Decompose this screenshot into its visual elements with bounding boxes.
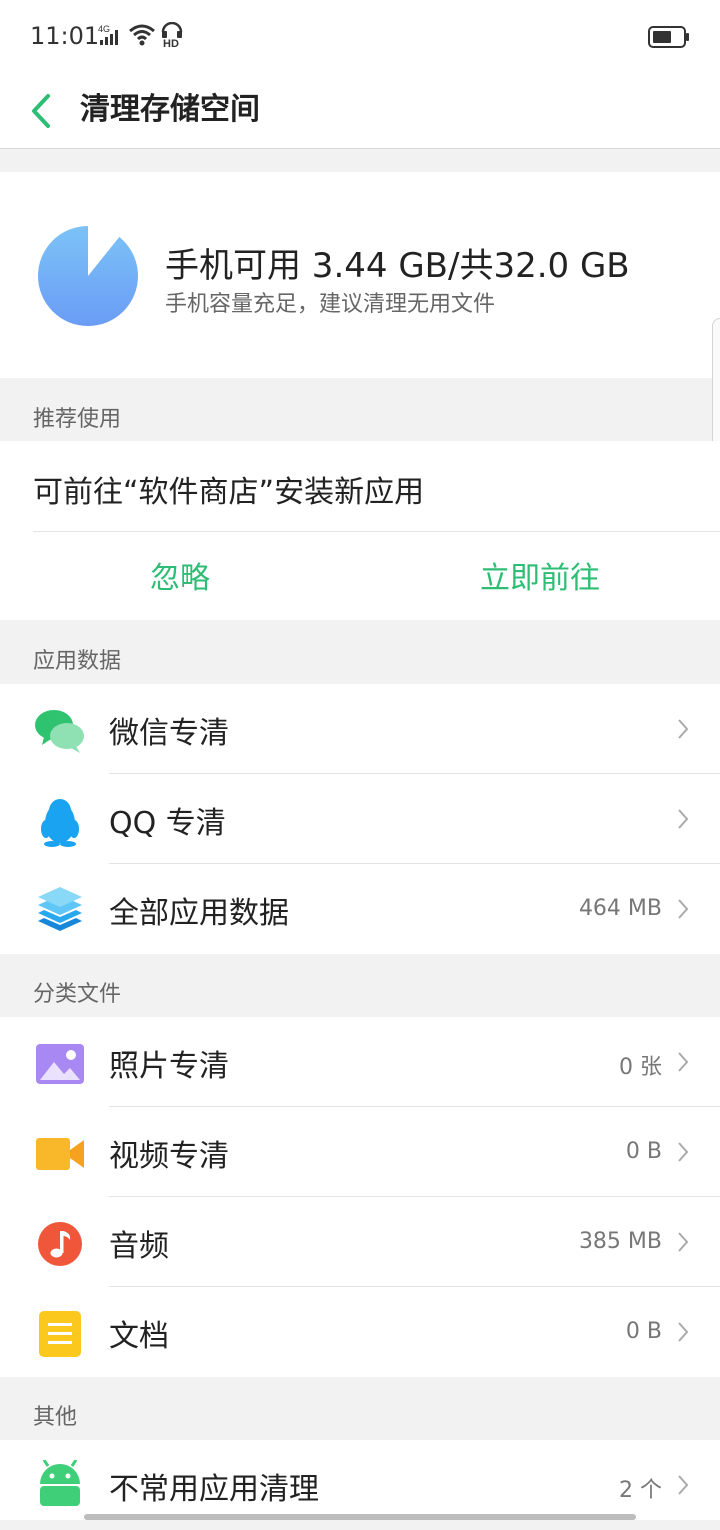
list-item-audio[interactable]: 音频 385 MB	[0, 1197, 720, 1287]
layers-icon	[34, 885, 86, 937]
row-label: 视频专清	[109, 1139, 229, 1174]
row-label: QQ 专清	[109, 806, 226, 841]
section-header-recommend: 推荐使用	[0, 379, 720, 441]
storage-summary-card: 手机可用 3.44 GB/共32.0 GB 手机容量充足，建议清理无用文件	[0, 172, 720, 378]
row-value: 0 张	[619, 1055, 662, 1080]
list-item-qq-clean[interactable]: QQ 专清	[0, 774, 720, 864]
home-indicator[interactable]	[84, 1514, 636, 1520]
section-title: 推荐使用	[33, 407, 122, 432]
status-time: 11:01	[30, 22, 100, 50]
row-value: 0 B	[625, 1139, 662, 1164]
row-label: 全部应用数据	[109, 896, 289, 931]
storage-usage-pie	[38, 225, 138, 326]
back-button[interactable]	[26, 82, 66, 138]
row-label: 微信专清	[109, 716, 229, 751]
list-item-documents[interactable]: 文档 0 B	[0, 1287, 720, 1377]
app-data-list: 微信专清 QQ 专清 全部应用数据 464 MB	[0, 684, 720, 954]
section-title: 其他	[33, 1405, 78, 1430]
section-header-other: 其他	[0, 1377, 720, 1439]
list-item-video-clean[interactable]: 视频专清 0 B	[0, 1107, 720, 1197]
document-icon	[34, 1308, 86, 1360]
section-header-files: 分类文件	[0, 954, 720, 1016]
row-value: 464 MB	[578, 896, 662, 921]
section-header-app-data: 应用数据	[0, 621, 720, 683]
app-bar: 清理存储空间	[0, 72, 720, 149]
music-note-icon	[34, 1218, 86, 1270]
chevron-right-icon	[678, 1475, 689, 1495]
status-bar: 11:01 4G HD	[0, 0, 720, 72]
divider	[33, 531, 720, 532]
network-type: 4G	[98, 24, 110, 34]
photo-icon	[34, 1038, 86, 1090]
list-item-photo-clean[interactable]: 照片专清 0 张	[0, 1017, 720, 1107]
ignore-button[interactable]: 忽略	[150, 553, 210, 597]
row-label: 不常用应用清理	[109, 1472, 319, 1507]
files-list: 照片专清 0 张 视频专清 0 B 音频 385 MB 文档 0 B	[0, 1017, 720, 1377]
android-icon	[34, 1459, 86, 1512]
section-title: 应用数据	[33, 649, 122, 674]
signal-icon: 4G	[98, 24, 124, 50]
qq-penguin-icon	[34, 795, 86, 847]
chevron-left-icon	[32, 94, 50, 128]
row-value: 385 MB	[578, 1229, 662, 1254]
recommend-text: 可前往“软件商店”安装新应用	[33, 475, 425, 510]
row-label: 文档	[109, 1319, 169, 1354]
go-now-button[interactable]: 立即前往	[480, 553, 600, 597]
chevron-right-icon	[678, 1232, 689, 1252]
row-label: 照片专清	[109, 1049, 229, 1084]
page-title: 清理存储空间	[80, 92, 260, 127]
wechat-icon	[34, 705, 86, 757]
wifi-icon	[128, 24, 156, 50]
chevron-right-icon	[678, 1052, 689, 1072]
chevron-right-icon	[678, 899, 689, 919]
section-title: 分类文件	[33, 982, 122, 1007]
hd-icon: HD	[160, 21, 184, 52]
chevron-right-icon	[678, 719, 689, 739]
battery-icon	[648, 26, 690, 52]
chevron-right-icon	[678, 1142, 689, 1162]
recommend-card: 可前往“软件商店”安装新应用 忽略 立即前往	[0, 441, 720, 620]
chevron-right-icon	[678, 809, 689, 829]
chevron-right-icon	[678, 1322, 689, 1342]
list-item-wechat-clean[interactable]: 微信专清	[0, 684, 720, 774]
row-value: 2 个	[619, 1478, 662, 1503]
list-item-all-app-data[interactable]: 全部应用数据 464 MB	[0, 864, 720, 954]
storage-available-text: 手机可用 3.44 GB/共32.0 GB	[165, 246, 630, 286]
svg-text:HD: HD	[163, 38, 179, 48]
video-camera-icon	[34, 1128, 86, 1180]
other-list: 不常用应用清理 2 个	[0, 1440, 720, 1520]
storage-hint-text: 手机容量充足，建议清理无用文件	[165, 292, 496, 317]
row-value: 0 B	[625, 1319, 662, 1344]
row-label: 音频	[109, 1229, 169, 1264]
